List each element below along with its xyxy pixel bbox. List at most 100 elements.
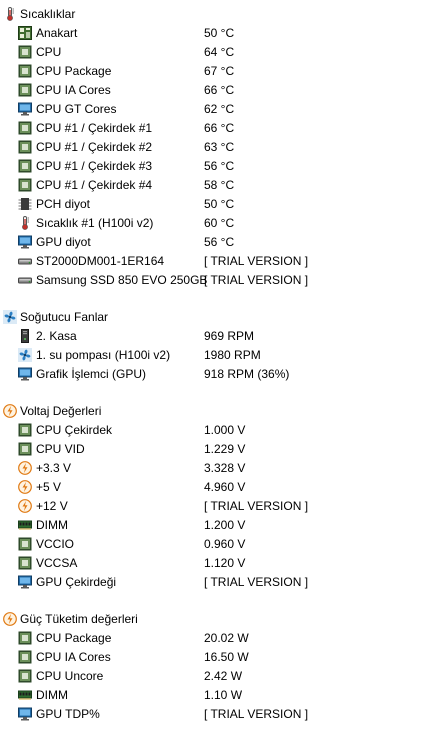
sensor-value: 1.200 V bbox=[204, 518, 246, 532]
sensor-value: [ TRIAL VERSION ] bbox=[204, 707, 309, 721]
sensor-row[interactable]: Sıcaklık #1 (H100i v2) 60 °C bbox=[0, 214, 439, 233]
sensor-label: CPU #1 / Çekirdek #3 bbox=[36, 159, 153, 173]
sensor-label: DIMM bbox=[36, 518, 68, 532]
sensor-row[interactable]: CPU #1 / Çekirdek #2 63 °C bbox=[0, 138, 439, 157]
section-title: Voltaj Değerleri bbox=[20, 404, 102, 418]
fan-icon bbox=[3, 310, 17, 324]
sensor-row[interactable]: CPU VID 1.229 V bbox=[0, 440, 439, 459]
sensor-value: [ TRIAL VERSION ] bbox=[204, 273, 309, 287]
thermometer-icon bbox=[3, 7, 17, 21]
sensor-value: 60 °C bbox=[204, 216, 235, 230]
sensor-value: 63 °C bbox=[204, 140, 235, 154]
sensor-row[interactable]: GPU TDP% [ TRIAL VERSION ] bbox=[0, 705, 439, 724]
sensor-value: [ TRIAL VERSION ] bbox=[204, 499, 309, 513]
sensor-row[interactable]: CPU Package 20.02 W bbox=[0, 629, 439, 648]
sensor-row[interactable]: ST2000DM001-1ER164 [ TRIAL VERSION ] bbox=[0, 252, 439, 271]
sensor-row[interactable]: CPU 64 °C bbox=[0, 43, 439, 62]
section-title: Sıcaklıklar bbox=[20, 7, 76, 21]
section-title: Soğutucu Fanlar bbox=[20, 310, 109, 324]
sensor-value: 3.328 V bbox=[204, 461, 246, 475]
motherboard-icon bbox=[18, 26, 32, 40]
voltage-icon bbox=[18, 461, 32, 475]
sensor-value: 1.000 V bbox=[204, 423, 246, 437]
gpu-monitor-icon bbox=[18, 102, 32, 116]
section-header[interactable]: Soğutucu Fanlar bbox=[0, 308, 439, 327]
sensor-label: CPU IA Cores bbox=[36, 650, 111, 664]
sensor-value: 1980 RPM bbox=[204, 348, 261, 362]
sensor-row[interactable]: CPU #1 / Çekirdek #1 66 °C bbox=[0, 119, 439, 138]
sensor-value: 969 RPM bbox=[204, 329, 255, 343]
cpu-chip-icon bbox=[18, 159, 32, 173]
cpu-chip-icon bbox=[18, 556, 32, 570]
sensor-row[interactable]: VCCSA 1.120 V bbox=[0, 554, 439, 573]
sensor-row[interactable]: CPU Uncore 2.42 W bbox=[0, 667, 439, 686]
gpu-monitor-icon bbox=[18, 235, 32, 249]
sensor-label: CPU Package bbox=[36, 631, 112, 645]
cpu-chip-icon bbox=[18, 178, 32, 192]
sensor-row[interactable]: GPU Çekirdeği [ TRIAL VERSION ] bbox=[0, 573, 439, 592]
pc-case-icon bbox=[18, 329, 32, 343]
sensor-value: 50 °C bbox=[204, 197, 235, 211]
sensor-label: PCH diyot bbox=[36, 197, 91, 211]
section-header[interactable]: Sıcaklıklar bbox=[0, 5, 439, 24]
sensor-label: GPU TDP% bbox=[36, 707, 100, 721]
sensor-label: 2. Kasa bbox=[36, 329, 77, 343]
sensor-row[interactable]: CPU IA Cores 16.50 W bbox=[0, 648, 439, 667]
cpu-chip-icon bbox=[18, 64, 32, 78]
sensor-label: Grafik İşlemci (GPU) bbox=[36, 367, 147, 381]
sensor-value: 66 °C bbox=[204, 83, 235, 97]
gpu-monitor-icon bbox=[18, 707, 32, 721]
sensor-value: 20.02 W bbox=[204, 631, 249, 645]
sensor-label: CPU Uncore bbox=[36, 669, 104, 683]
sensor-row[interactable]: DIMM 1.200 V bbox=[0, 516, 439, 535]
sensor-row[interactable]: VCCIO 0.960 V bbox=[0, 535, 439, 554]
sensor-row[interactable]: CPU #1 / Çekirdek #3 56 °C bbox=[0, 157, 439, 176]
sensor-row[interactable]: Grafik İşlemci (GPU) 918 RPM (36%) bbox=[0, 365, 439, 384]
sensor-value: 918 RPM (36%) bbox=[204, 367, 290, 381]
sensor-label: Anakart bbox=[36, 26, 78, 40]
sensor-value: 1.10 W bbox=[204, 688, 243, 702]
sensor-label: CPU VID bbox=[36, 442, 85, 456]
sensor-label: 1. su pompası (H100i v2) bbox=[36, 348, 171, 362]
sensor-value: 66 °C bbox=[204, 121, 235, 135]
sensor-label: CPU Çekirdek bbox=[36, 423, 113, 437]
sensor-row[interactable]: CPU Çekirdek 1.000 V bbox=[0, 421, 439, 440]
sensor-row[interactable]: CPU #1 / Çekirdek #4 58 °C bbox=[0, 176, 439, 195]
section-title: Güç Tüketim değerleri bbox=[20, 612, 138, 626]
sensor-label: CPU bbox=[36, 45, 62, 59]
sensor-value: 56 °C bbox=[204, 159, 235, 173]
sensor-row[interactable]: CPU Package 67 °C bbox=[0, 62, 439, 81]
hard-drive-icon bbox=[18, 273, 32, 287]
cpu-chip-icon bbox=[18, 140, 32, 154]
sensor-value: 0.960 V bbox=[204, 537, 246, 551]
sensor-row[interactable]: Anakart 50 °C bbox=[0, 24, 439, 43]
cpu-chip-icon bbox=[18, 631, 32, 645]
voltage-icon bbox=[3, 612, 17, 626]
sensor-row[interactable]: GPU diyot 56 °C bbox=[0, 233, 439, 252]
sensor-list: Sıcaklıklar Anakart 50 °C CPU 64 °C CPU Packa… bbox=[0, 0, 439, 741]
sensor-label: VCCIO bbox=[36, 537, 75, 551]
cpu-chip-icon bbox=[18, 83, 32, 97]
sensor-label: Sıcaklık #1 (H100i v2) bbox=[36, 216, 154, 230]
sensor-row[interactable]: +12 V [ TRIAL VERSION ] bbox=[0, 497, 439, 516]
cpu-chip-icon bbox=[18, 121, 32, 135]
sensor-row[interactable]: +3.3 V 3.328 V bbox=[0, 459, 439, 478]
thermometer-icon bbox=[18, 216, 32, 230]
sensor-row[interactable]: 2. Kasa 969 RPM bbox=[0, 327, 439, 346]
cpu-chip-icon bbox=[18, 45, 32, 59]
sensor-row[interactable]: PCH diyot 50 °C bbox=[0, 195, 439, 214]
cpu-chip-icon bbox=[18, 537, 32, 551]
sensor-value: 2.42 W bbox=[204, 669, 243, 683]
sensor-row[interactable]: DIMM 1.10 W bbox=[0, 686, 439, 705]
section-header[interactable]: Voltaj Değerleri bbox=[0, 402, 439, 421]
section-header[interactable]: Güç Tüketim değerleri bbox=[0, 610, 439, 629]
sensor-row[interactable]: CPU GT Cores 62 °C bbox=[0, 100, 439, 119]
sensor-row[interactable]: 1. su pompası (H100i v2) 1980 RPM bbox=[0, 346, 439, 365]
sensor-row[interactable]: Samsung SSD 850 EVO 250GB[ TRIAL VERSION… bbox=[0, 271, 439, 290]
sensor-label: GPU diyot bbox=[36, 235, 91, 249]
sensor-row[interactable]: CPU IA Cores 66 °C bbox=[0, 81, 439, 100]
sensor-value: [ TRIAL VERSION ] bbox=[204, 575, 309, 589]
sensor-value: 67 °C bbox=[204, 64, 235, 78]
sensor-row[interactable]: +5 V 4.960 V bbox=[0, 478, 439, 497]
sensor-value: 58 °C bbox=[204, 178, 235, 192]
